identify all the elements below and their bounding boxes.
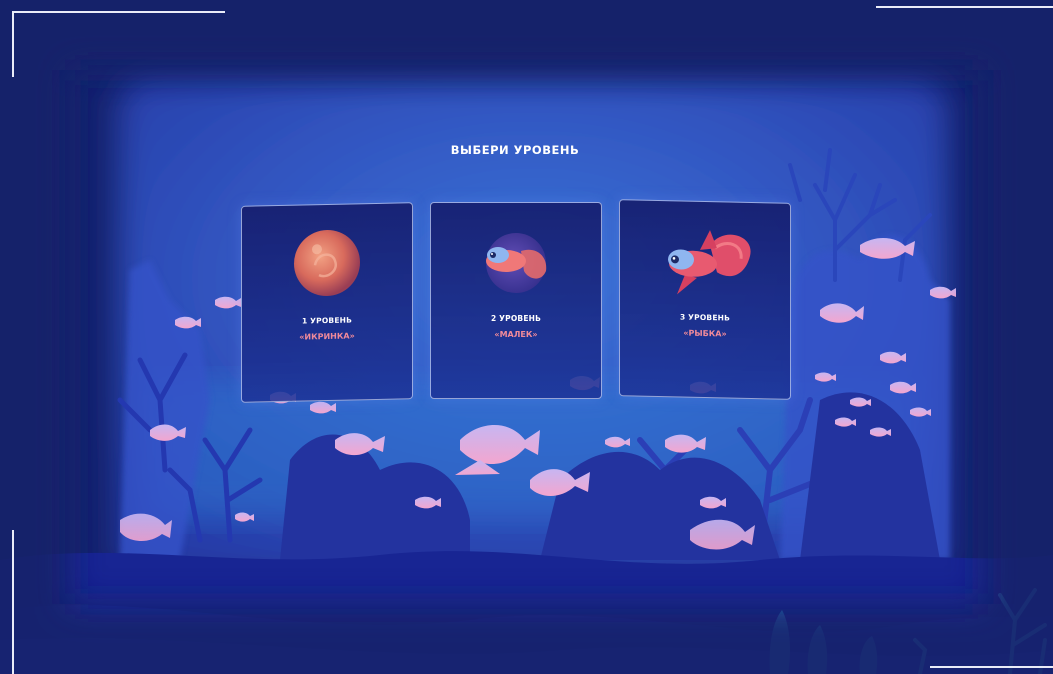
frame-corner-top-right-h <box>876 6 1053 8</box>
level-card-2[interactable]: 2 УРОВЕНЬ «МАЛЕК» <box>430 202 602 399</box>
level-number-label: 3 УРОВЕНЬ <box>679 312 731 323</box>
level-card-3[interactable]: 3 УРОВЕНЬ «РЫБКА» <box>619 199 791 400</box>
level-number-label: 2 УРОВЕНЬ <box>490 314 542 323</box>
frame-corner-top-left-h <box>12 11 225 13</box>
fry-fish-icon <box>486 233 547 293</box>
level-name-label: «МАЛЕК» <box>494 330 538 339</box>
frame-corner-top-left-v <box>12 11 14 77</box>
frame-corner-bottom-right-h <box>930 666 1053 668</box>
level-card-1[interactable]: 1 УРОВЕНЬ «ИКРИНКА» <box>241 202 413 403</box>
level-number-label: 1 УРОВЕНЬ <box>301 315 353 326</box>
page-title: ВЫБЕРИ УРОВЕНЬ <box>450 143 580 157</box>
level-name-label: «РЫБКА» <box>683 328 727 339</box>
level-name-label: «ИКРИНКА» <box>299 331 355 342</box>
frame-corner-bottom-left-v <box>12 530 14 674</box>
goldfish-icon <box>668 230 751 295</box>
fish-egg-icon <box>294 229 360 297</box>
